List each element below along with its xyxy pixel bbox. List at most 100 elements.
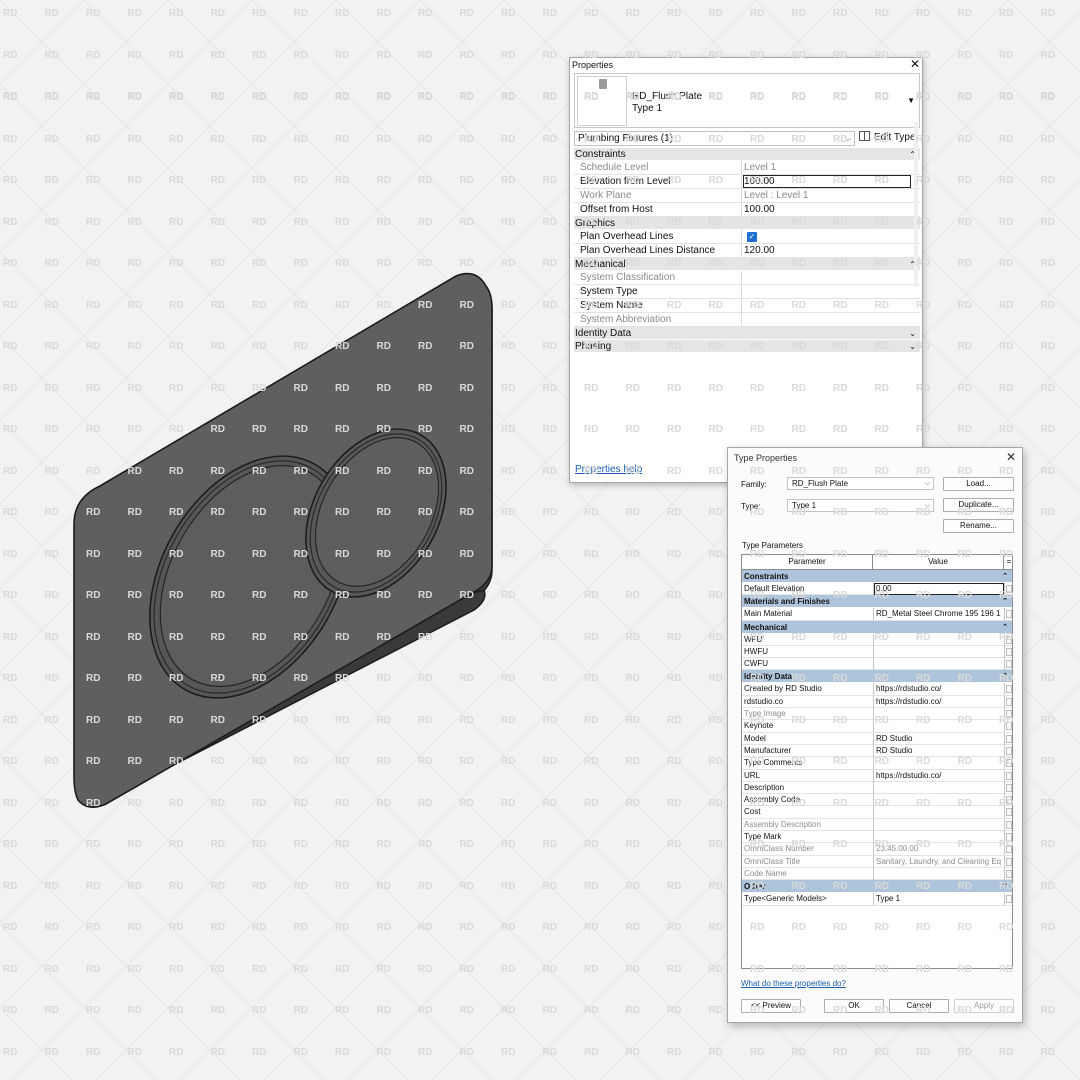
properties-help-link[interactable]: Properties help <box>575 464 642 475</box>
param-value[interactable]: RD Studio <box>876 745 1003 757</box>
formula-button[interactable] <box>1006 710 1012 719</box>
type-label: Type: <box>741 502 761 511</box>
row-value: Level : Level 1 <box>744 190 809 201</box>
collapse-icon[interactable]: ⌃ <box>1002 880 1008 893</box>
rename-button[interactable]: Rename... <box>943 519 1014 533</box>
collapse-icon[interactable]: ⌃ <box>1002 670 1008 683</box>
row-label: Plan Overhead Lines <box>580 231 674 242</box>
type-thumbnail <box>577 76 627 126</box>
edit-type-button[interactable]: Edit Type <box>859 130 919 146</box>
formula-button[interactable] <box>1006 771 1012 780</box>
formula-button[interactable] <box>1006 845 1012 854</box>
formula-button[interactable] <box>1006 734 1012 743</box>
formula-button[interactable] <box>1006 610 1012 619</box>
thumbnail-tag-icon <box>599 79 607 89</box>
family-select[interactable]: RD_Flush Plate ⌵ <box>787 477 934 490</box>
type-select[interactable]: Type 1 ⌵ <box>787 499 934 512</box>
param-group-constraints[interactable]: Constraints ⌃ <box>742 570 1012 583</box>
expand-icon[interactable]: ⌄ <box>909 327 916 340</box>
param-value[interactable]: https://rdstudio.co/ <box>876 683 1003 695</box>
param-row-type-comments[interactable]: Type Comments <box>742 757 1012 770</box>
formula-button[interactable] <box>1006 796 1012 805</box>
formula-button[interactable] <box>1006 722 1012 731</box>
param-group-mechanical[interactable]: Mechanical ⌃ <box>742 620 1012 634</box>
instance-filter-dropdown[interactable]: Plumbing Fixtures (1) ⌵ <box>574 131 855 146</box>
type-selector[interactable]: RD_Flush Plate Type 1 ▼ <box>574 73 920 128</box>
properties-scrollbar[interactable] <box>914 122 918 287</box>
formula-button[interactable] <box>1006 746 1012 755</box>
param-row-created-by[interactable]: Created by RD Studio https://rdstudio.co/ <box>742 683 1012 696</box>
param-row-url[interactable]: URL https://rdstudio.co/ <box>742 769 1012 782</box>
row-system-name[interactable]: System Name <box>574 299 920 313</box>
formula-button[interactable] <box>1006 647 1012 656</box>
row-value[interactable]: 120.00 <box>744 244 775 257</box>
param-row-cost[interactable]: Cost <box>742 806 1012 819</box>
param-row-model[interactable]: Model RD Studio <box>742 732 1012 745</box>
duplicate-button[interactable]: Duplicate... <box>943 498 1014 512</box>
row-value[interactable]: 100.00 <box>744 175 775 188</box>
param-group-identity[interactable]: Identity Data ⌃ <box>742 670 1012 684</box>
param-row-manufacturer[interactable]: Manufacturer RD Studio <box>742 744 1012 758</box>
formula-button[interactable] <box>1006 697 1012 706</box>
formula-button[interactable] <box>1006 808 1012 817</box>
collapse-icon[interactable]: ⌃ <box>1002 595 1008 608</box>
param-row-assembly-code[interactable]: Assembly Code <box>742 794 1012 807</box>
param-value[interactable]: Type 1 <box>876 893 1003 905</box>
expand-icon[interactable]: ⌄ <box>909 340 916 353</box>
formula-button[interactable] <box>1006 895 1012 904</box>
row-plan-overhead-lines[interactable]: Plan Overhead Lines ✓ <box>574 230 920 244</box>
ok-button[interactable]: OK <box>824 999 884 1013</box>
param-value[interactable]: https://rdstudio.co/ <box>876 696 1003 708</box>
formula-button[interactable] <box>1006 759 1012 768</box>
formula-button[interactable] <box>1006 820 1012 829</box>
param-value[interactable]: RD Studio <box>876 733 1003 745</box>
param-group-materials[interactable]: Materials and Finishes ⌃ <box>742 595 1012 609</box>
row-value[interactable]: 100.00 <box>744 203 775 216</box>
row-offset-from-host[interactable]: Offset from Host 100.00 <box>574 203 920 217</box>
apply-button[interactable]: Apply <box>954 999 1014 1013</box>
column-formula[interactable]: = <box>1005 555 1012 569</box>
group-graphics[interactable]: Graphics <box>574 217 920 230</box>
param-row-type-mark[interactable]: Type Mark <box>742 831 1012 844</box>
close-icon[interactable]: ✕ <box>1006 450 1016 464</box>
preview-button[interactable]: << Preview <box>741 999 801 1013</box>
load-button[interactable]: Load... <box>943 477 1014 491</box>
param-row-wfu[interactable]: WFU <box>742 633 1012 646</box>
formula-button[interactable] <box>1006 857 1012 866</box>
column-parameter[interactable]: Parameter <box>742 555 873 569</box>
row-plan-overhead-lines-distance[interactable]: Plan Overhead Lines Distance 120.00 <box>574 244 920 258</box>
formula-button[interactable] <box>1006 585 1012 593</box>
collapse-icon[interactable]: ⌃ <box>1002 570 1008 583</box>
group-constraints[interactable]: Constraints ⌃ <box>574 148 920 161</box>
param-value[interactable]: RD_Metal Steel Chrome 195 196 1 <box>876 608 1003 620</box>
param-row-description[interactable]: Description <box>742 781 1012 795</box>
formula-button[interactable] <box>1006 783 1012 792</box>
row-system-type[interactable]: System Type <box>574 285 920 299</box>
param-value[interactable]: https://rdstudio.co/ <box>876 770 1003 782</box>
chevron-down-icon[interactable]: ▼ <box>907 96 915 105</box>
param-row-type-generic[interactable]: Type<Generic Models> Type 1 <box>742 893 1012 906</box>
param-row-rdstudio[interactable]: rdstudio.co https://rdstudio.co/ <box>742 695 1012 709</box>
formula-button[interactable] <box>1006 660 1012 669</box>
param-row-keynote[interactable]: Keynote <box>742 720 1012 733</box>
collapse-icon[interactable]: ⌃ <box>1002 621 1008 634</box>
what-do-these-properties-do-link[interactable]: What do these properties do? <box>741 979 846 988</box>
formula-button[interactable] <box>1006 869 1012 878</box>
formula-button[interactable] <box>1006 833 1012 842</box>
param-row-hwfu[interactable]: HWFU <box>742 645 1012 659</box>
param-group-other[interactable]: Other ⌃ <box>742 880 1012 894</box>
close-icon[interactable]: ✕ <box>910 58 920 71</box>
group-identity-data[interactable]: Identity Data ⌄ <box>574 327 920 340</box>
column-value[interactable]: Value <box>873 555 1004 569</box>
group-mechanical[interactable]: Mechanical ⌃ <box>574 258 920 271</box>
row-elevation-from-level[interactable]: Elevation from Level 100.00 <box>574 175 920 189</box>
formula-button[interactable] <box>1006 635 1012 644</box>
checkbox-icon[interactable]: ✓ <box>747 232 757 242</box>
cancel-button[interactable]: Cancel <box>889 999 949 1013</box>
param-value[interactable]: 0.00 <box>876 583 1003 595</box>
param-row-cwfu[interactable]: CWFU <box>742 658 1012 671</box>
group-phasing[interactable]: Phasing ⌄ <box>574 340 920 353</box>
formula-button[interactable] <box>1006 685 1012 694</box>
param-row-main-material[interactable]: Main Material RD_Metal Steel Chrome 195 1… <box>742 608 1012 621</box>
param-row-default-elevation[interactable]: Default Elevation 0.00 <box>742 583 1012 596</box>
